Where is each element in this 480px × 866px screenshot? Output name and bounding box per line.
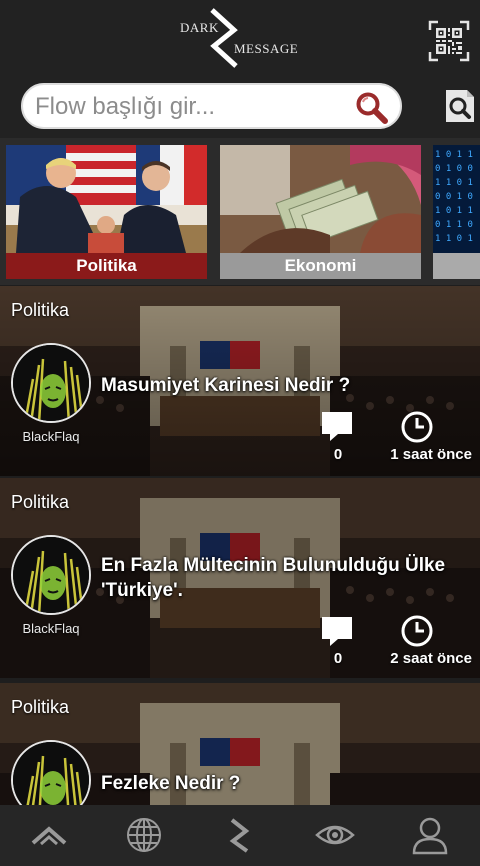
post-time: 1 saat önce	[390, 446, 472, 463]
category-label	[433, 253, 480, 279]
logo-word-message: MESSAGE	[234, 41, 299, 56]
logo-zigzag-icon	[210, 8, 238, 68]
qr-scan-button[interactable]	[428, 20, 470, 62]
card-category: Politika	[11, 300, 70, 320]
svg-text:1 0 1 1: 1 0 1 1	[435, 206, 473, 216]
category-image-technology: 1 0 1 1 0 1 0 0 1 1 0 1 0 0 1 0 1 0 1 1 0 1 …	[433, 145, 480, 253]
feed-card[interactable]: Politika BlackFlaq Masumiyet Karinesi Ne…	[0, 286, 480, 476]
svg-text:0 1 1 0: 0 1 1 0	[435, 220, 473, 230]
app-screen: DARK MESSAGE Flow başlığı gir... Politik…	[0, 0, 480, 866]
post-title[interactable]: En Fazla Mültecinin Bulunulduğu Ülke 'Tü…	[101, 553, 473, 603]
comment-count: 0	[333, 446, 343, 463]
search-page-icon	[446, 90, 474, 122]
post-title[interactable]: Fezleke Nedir ?	[101, 771, 471, 796]
svg-text:1 0 1 1: 1 0 1 1	[435, 150, 473, 160]
category-label: Ekonomi	[220, 253, 421, 279]
eye-icon[interactable]	[315, 815, 355, 855]
author-avatar[interactable]	[11, 343, 91, 423]
post-time: 2 saat önce	[390, 650, 472, 667]
clock-icon	[401, 615, 433, 647]
home-chevron-icon[interactable]	[29, 815, 69, 855]
svg-text:0 1 0 0: 0 1 0 0	[435, 164, 473, 174]
clock-icon	[401, 411, 433, 443]
category-card-ekonomi[interactable]: Ekonomi	[220, 145, 421, 279]
author-avatar[interactable]	[11, 535, 91, 615]
comment-icon[interactable]	[320, 410, 354, 442]
qr-code-icon	[428, 20, 470, 62]
comment-count: 0	[333, 650, 343, 667]
svg-text:0 0 1 0: 0 0 1 0	[435, 192, 473, 202]
globe-icon[interactable]	[124, 815, 164, 855]
feed-card[interactable]: Politika BlackFlaq En Fazla Mültecinin B…	[0, 478, 480, 678]
svg-text:1 1 0 1: 1 1 0 1	[435, 178, 473, 188]
search-input[interactable]	[35, 91, 345, 123]
category-image-ekonomi	[220, 145, 421, 253]
feed-card[interactable]: Politika Fezleke Nedir ?	[0, 683, 480, 805]
author-name[interactable]: BlackFlaq	[8, 429, 94, 444]
header: DARK MESSAGE	[0, 0, 480, 138]
post-title[interactable]: Masumiyet Karinesi Nedir ?	[101, 373, 471, 398]
comment-icon[interactable]	[320, 615, 354, 647]
search-page-button[interactable]	[443, 88, 477, 124]
category-label: Politika	[6, 253, 207, 279]
search-bar[interactable]	[21, 83, 402, 129]
category-card-partial[interactable]: 1 0 1 1 0 1 0 0 1 1 0 1 0 0 1 0 1 0 1 1 0 1 …	[433, 145, 480, 279]
author-name[interactable]: BlackFlaq	[8, 621, 94, 636]
category-image-politika	[6, 145, 207, 253]
magnifier-icon[interactable]	[354, 90, 390, 126]
card-category: Politika	[11, 697, 70, 717]
profile-icon[interactable]	[410, 815, 450, 855]
card-category: Politika	[11, 492, 70, 512]
category-card-politika[interactable]: Politika	[6, 145, 207, 279]
masked-figure-avatar-icon	[13, 742, 89, 805]
svg-text:1 1 0 1: 1 1 0 1	[435, 234, 473, 244]
app-logo[interactable]: DARK MESSAGE	[178, 8, 298, 70]
logo-icon[interactable]	[220, 815, 260, 855]
bottom-navigation	[0, 805, 480, 866]
category-carousel[interactable]: Politika Ekonomi 1 0 1 1 0 1 0 0 1 1 0 1…	[0, 138, 480, 285]
